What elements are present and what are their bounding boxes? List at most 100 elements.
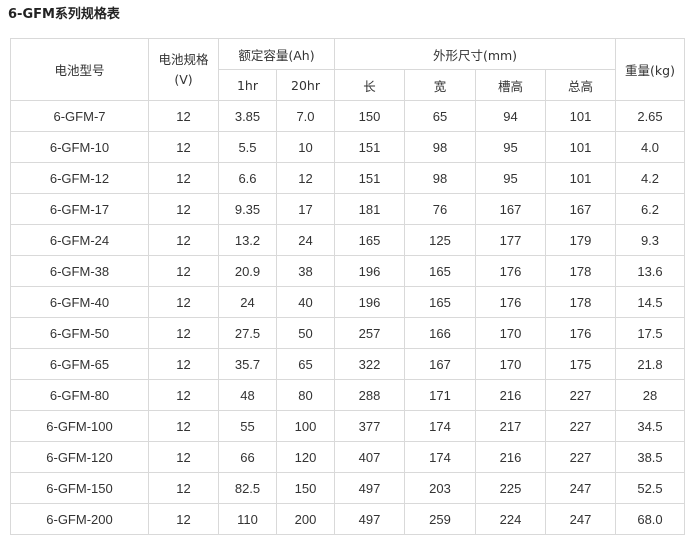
cell-voltage: 12 (148, 472, 219, 504)
cell-groove-height: 95 (475, 131, 546, 163)
table-row: 6-GFM-40 12 24 40 196 165 176 178 14.5 (10, 286, 685, 318)
header-width: 宽 (404, 69, 476, 101)
header-capacity-1hr: 1hr (218, 69, 277, 101)
header-voltage-unit: (V) (174, 71, 193, 87)
cell-length: 151 (334, 162, 405, 194)
cell-voltage: 12 (148, 100, 219, 132)
cell-model: 6-GFM-150 (10, 472, 149, 504)
cell-length: 150 (334, 100, 405, 132)
cell-groove-height: 216 (475, 379, 546, 411)
cell-length: 407 (334, 441, 405, 473)
cell-model: 6-GFM-50 (10, 317, 149, 349)
header-voltage: 电池规格 (V) (148, 38, 219, 101)
header-capacity: 额定容量(Ah) (218, 38, 335, 70)
cell-capacity-1hr: 5.5 (218, 131, 277, 163)
cell-groove-height: 217 (475, 410, 546, 442)
cell-width: 98 (404, 131, 476, 163)
cell-length: 181 (334, 193, 405, 225)
cell-model: 6-GFM-80 (10, 379, 149, 411)
cell-capacity-20hr: 65 (276, 348, 335, 380)
cell-weight: 4.0 (615, 131, 685, 163)
header-row-top: 电池型号 电池规格 (V) 额定容量(Ah) 外形尺寸(mm) 重量(kg) (10, 38, 685, 101)
cell-capacity-20hr: 40 (276, 286, 335, 318)
cell-capacity-1hr: 9.35 (218, 193, 277, 225)
table-row: 6-GFM-100 12 55 100 377 174 217 227 34.5 (10, 410, 685, 442)
table-body: 6-GFM-7 12 3.85 7.0 150 65 94 101 2.65 6-GFM-10 12… (10, 100, 685, 535)
cell-total-height: 176 (545, 317, 616, 349)
table-row: 6-GFM-65 12 35.7 65 322 167 170 175 21.8 (10, 348, 685, 380)
cell-weight: 6.2 (615, 193, 685, 225)
cell-weight: 28 (615, 379, 685, 411)
cell-groove-height: 177 (475, 224, 546, 256)
header-length: 长 (334, 69, 405, 101)
cell-total-height: 247 (545, 472, 616, 504)
table-row: 6-GFM-7 12 3.85 7.0 150 65 94 101 2.65 (10, 100, 685, 132)
cell-capacity-20hr: 10 (276, 131, 335, 163)
cell-capacity-1hr: 24 (218, 286, 277, 318)
cell-model: 6-GFM-7 (10, 100, 149, 132)
cell-length: 165 (334, 224, 405, 256)
cell-capacity-20hr: 120 (276, 441, 335, 473)
cell-total-height: 101 (545, 162, 616, 194)
cell-voltage: 12 (148, 441, 219, 473)
cell-width: 174 (404, 410, 476, 442)
cell-model: 6-GFM-17 (10, 193, 149, 225)
cell-capacity-20hr: 80 (276, 379, 335, 411)
cell-total-height: 178 (545, 255, 616, 287)
cell-weight: 4.2 (615, 162, 685, 194)
cell-width: 166 (404, 317, 476, 349)
cell-total-height: 175 (545, 348, 616, 380)
header-dimensions: 外形尺寸(mm) (334, 38, 616, 70)
cell-groove-height: 225 (475, 472, 546, 504)
cell-capacity-20hr: 24 (276, 224, 335, 256)
cell-length: 497 (334, 503, 405, 535)
cell-capacity-1hr: 13.2 (218, 224, 277, 256)
cell-total-height: 227 (545, 441, 616, 473)
cell-groove-height: 176 (475, 255, 546, 287)
cell-length: 288 (334, 379, 405, 411)
cell-weight: 38.5 (615, 441, 685, 473)
cell-model: 6-GFM-200 (10, 503, 149, 535)
cell-voltage: 12 (148, 286, 219, 318)
cell-width: 167 (404, 348, 476, 380)
cell-capacity-1hr: 55 (218, 410, 277, 442)
cell-width: 125 (404, 224, 476, 256)
cell-capacity-20hr: 12 (276, 162, 335, 194)
cell-capacity-20hr: 200 (276, 503, 335, 535)
cell-voltage: 12 (148, 379, 219, 411)
header-total-height: 总高 (545, 69, 616, 101)
table-row: 6-GFM-150 12 82.5 150 497 203 225 247 52.5 (10, 472, 685, 504)
cell-length: 257 (334, 317, 405, 349)
cell-capacity-1hr: 3.85 (218, 100, 277, 132)
cell-groove-height: 176 (475, 286, 546, 318)
cell-width: 171 (404, 379, 476, 411)
cell-total-height: 179 (545, 224, 616, 256)
cell-capacity-20hr: 100 (276, 410, 335, 442)
cell-groove-height: 170 (475, 348, 546, 380)
cell-model: 6-GFM-38 (10, 255, 149, 287)
cell-model: 6-GFM-40 (10, 286, 149, 318)
cell-capacity-1hr: 6.6 (218, 162, 277, 194)
cell-groove-height: 95 (475, 162, 546, 194)
cell-model: 6-GFM-65 (10, 348, 149, 380)
table-row: 6-GFM-120 12 66 120 407 174 216 227 38.5 (10, 441, 685, 473)
cell-model: 6-GFM-12 (10, 162, 149, 194)
cell-weight: 52.5 (615, 472, 685, 504)
cell-width: 165 (404, 255, 476, 287)
cell-groove-height: 94 (475, 100, 546, 132)
cell-total-height: 227 (545, 379, 616, 411)
cell-width: 203 (404, 472, 476, 504)
cell-capacity-1hr: 82.5 (218, 472, 277, 504)
cell-groove-height: 167 (475, 193, 546, 225)
cell-capacity-1hr: 27.5 (218, 317, 277, 349)
cell-voltage: 12 (148, 224, 219, 256)
cell-model: 6-GFM-100 (10, 410, 149, 442)
cell-weight: 68.0 (615, 503, 685, 535)
cell-groove-height: 170 (475, 317, 546, 349)
cell-voltage: 12 (148, 255, 219, 287)
cell-width: 76 (404, 193, 476, 225)
cell-weight: 13.6 (615, 255, 685, 287)
cell-model: 6-GFM-120 (10, 441, 149, 473)
cell-length: 497 (334, 472, 405, 504)
page-title: 6-GFM系列规格表 (8, 7, 120, 22)
